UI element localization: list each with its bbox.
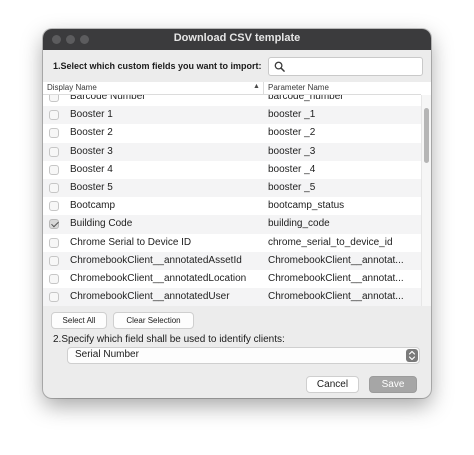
column-header-display-name[interactable]: Display Name [47, 83, 97, 92]
parameter-name-cell: ChromebookClient__annotat... [268, 254, 404, 266]
popup-stepper-icon [406, 349, 418, 362]
table-row[interactable]: Booster 4 booster _4 [43, 161, 421, 179]
table-row[interactable]: Barcode Number barcode_number [43, 95, 421, 106]
identifier-field-select[interactable]: Serial Number [67, 347, 420, 364]
display-name-cell: Booster 5 [70, 181, 113, 193]
display-name-cell: Booster 1 [70, 109, 113, 121]
row-checkbox[interactable] [49, 164, 59, 175]
parameter-name-cell: ChromebookClient__annotat... [268, 272, 404, 284]
display-name-cell: Building Code [70, 218, 133, 230]
select-all-button[interactable]: Select All [51, 312, 107, 329]
search-icon [274, 61, 285, 72]
sort-ascending-icon[interactable]: ▲ [253, 83, 260, 90]
search-field[interactable] [268, 57, 423, 76]
save-button[interactable]: Save [369, 376, 417, 393]
row-checkbox[interactable] [49, 110, 59, 121]
row-checkbox[interactable] [49, 255, 59, 266]
custom-fields-prompt: 1.Select which custom fields you want to… [53, 61, 262, 71]
display-name-cell: ChromebookClient__annotatedAssetId [70, 254, 242, 266]
table-row[interactable]: ChromebookClient__annotatedAssetId Chrome… [43, 251, 421, 270]
download-csv-template-dialog: Download CSV template 1.Select which cus… [43, 29, 431, 398]
display-name-cell: Bootcamp [70, 200, 116, 212]
parameter-name-cell: booster _2 [268, 127, 316, 139]
title-bar: Download CSV template [43, 29, 431, 50]
display-name-cell: Barcode Number [70, 95, 146, 102]
row-checkbox[interactable] [49, 146, 59, 157]
parameter-name-cell: building_code [268, 218, 330, 230]
table-row[interactable]: Booster 5 booster _5 [43, 178, 421, 198]
display-name-cell: Booster 2 [70, 127, 113, 139]
table-row[interactable]: Booster 1 booster _1 [43, 106, 421, 125]
parameter-name-cell: booster _3 [268, 145, 316, 157]
row-checkbox[interactable] [49, 201, 59, 212]
search-input[interactable] [289, 59, 421, 75]
parameter-name-cell: chrome_serial_to_device_id [268, 236, 393, 248]
row-checkbox[interactable] [49, 237, 59, 248]
table-header: Display Name ▲ Parameter Name [43, 82, 421, 95]
parameter-name-cell: booster _5 [268, 181, 316, 193]
column-header-parameter-name[interactable]: Parameter Name [268, 83, 329, 92]
parameter-name-cell: booster _4 [268, 163, 316, 175]
custom-fields-table: Display Name ▲ Parameter Name Barcode Nu… [43, 82, 431, 306]
display-name-cell: Booster 3 [70, 145, 113, 157]
row-checkbox[interactable] [49, 182, 59, 193]
parameter-name-cell: bootcamp_status [268, 200, 345, 212]
display-name-cell: Booster 4 [70, 163, 113, 175]
row-checkbox[interactable] [49, 95, 59, 102]
parameter-name-cell: ChromebookClient__annotat... [268, 291, 404, 303]
table-row[interactable]: Building Code building_code [43, 215, 421, 234]
clear-selection-button[interactable]: Clear Selection [113, 312, 194, 329]
cancel-button[interactable]: Cancel [306, 376, 359, 393]
window-title: Download CSV template [173, 32, 301, 44]
table-row[interactable]: Bootcamp bootcamp_status [43, 197, 421, 215]
vertical-scrollbar[interactable] [421, 95, 431, 306]
display-name-cell: Chrome Serial to Device ID [70, 236, 192, 248]
parameter-name-cell: barcode_number [268, 95, 344, 102]
row-checkbox[interactable] [49, 292, 59, 303]
table-row[interactable]: Booster 3 booster _3 [43, 142, 421, 161]
table-row[interactable]: ChromebookClient__annotatedLocation Chrom… [43, 270, 421, 288]
row-checkbox[interactable] [49, 219, 59, 230]
column-divider[interactable] [263, 82, 264, 94]
scrollbar-thumb[interactable] [424, 108, 429, 163]
table-row[interactable]: Chrome Serial to Device ID chrome_serial_… [43, 234, 421, 252]
row-checkbox[interactable] [49, 128, 59, 139]
table-row[interactable]: Booster 2 booster _2 [43, 124, 421, 142]
display-name-cell: ChromebookClient__annotatedLocation [70, 272, 247, 284]
table-body: Barcode Number barcode_number Booster 1 boo… [43, 95, 421, 306]
row-checkbox[interactable] [49, 273, 59, 284]
identifier-field-value: Serial Number [75, 349, 139, 360]
identifier-field-prompt: 2.Specify which field shall be used to i… [53, 334, 285, 345]
table-row[interactable]: ChromebookClient__annotatedUser Chromeboo… [43, 288, 421, 306]
parameter-name-cell: booster _1 [268, 109, 316, 121]
display-name-cell: ChromebookClient__annotatedUser [70, 291, 230, 303]
